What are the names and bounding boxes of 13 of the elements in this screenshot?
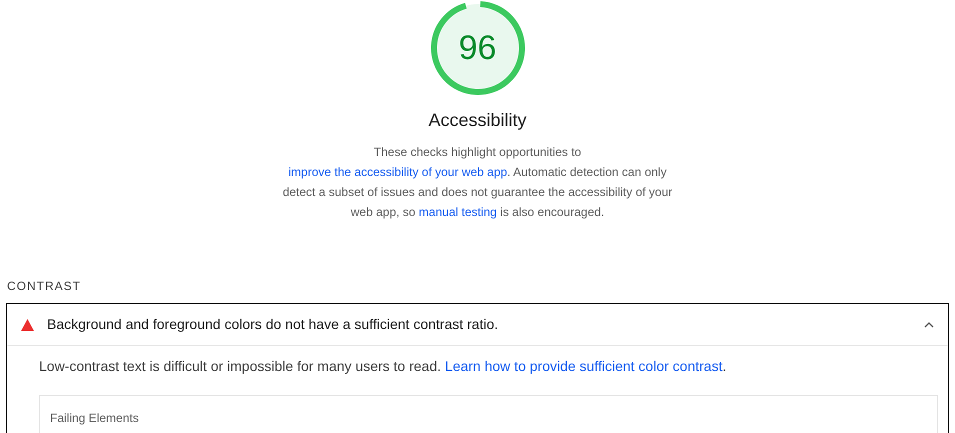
- description-link[interactable]: manual testing: [418, 205, 497, 219]
- score-value: 96: [458, 28, 496, 68]
- details-header: Failing Elements: [50, 411, 139, 425]
- chevron-icon[interactable]: [924, 322, 934, 328]
- audit-header[interactable]: Background and foreground colors do not have a sufficient contrast ratio.: [7, 304, 948, 345]
- warning-triangle-icon: [21, 318, 34, 330]
- category-description: These checks highlight opportunities to improve the accessibility of your web app. Automatic detection can only detect a subset of issues and does not guarantee the accessibility of your web app, so manual testing is also encouraged.: [282, 144, 674, 221]
- learn-more-link[interactable]: Learn how to provide sufficient color contrast: [444, 358, 722, 374]
- description-link[interactable]: improve the accessibility of your web app: [288, 165, 508, 179]
- section-title: CONTRAST: [7, 278, 82, 295]
- category-title: Accessibility: [428, 109, 527, 132]
- audit-description: Low-contrast text is difficult or impossible for many users to read. Learn how to provide sufficient color contrast.: [39, 357, 728, 376]
- audit-title: Background and foreground colors do not have a sufficient contrast ratio.: [47, 315, 500, 334]
